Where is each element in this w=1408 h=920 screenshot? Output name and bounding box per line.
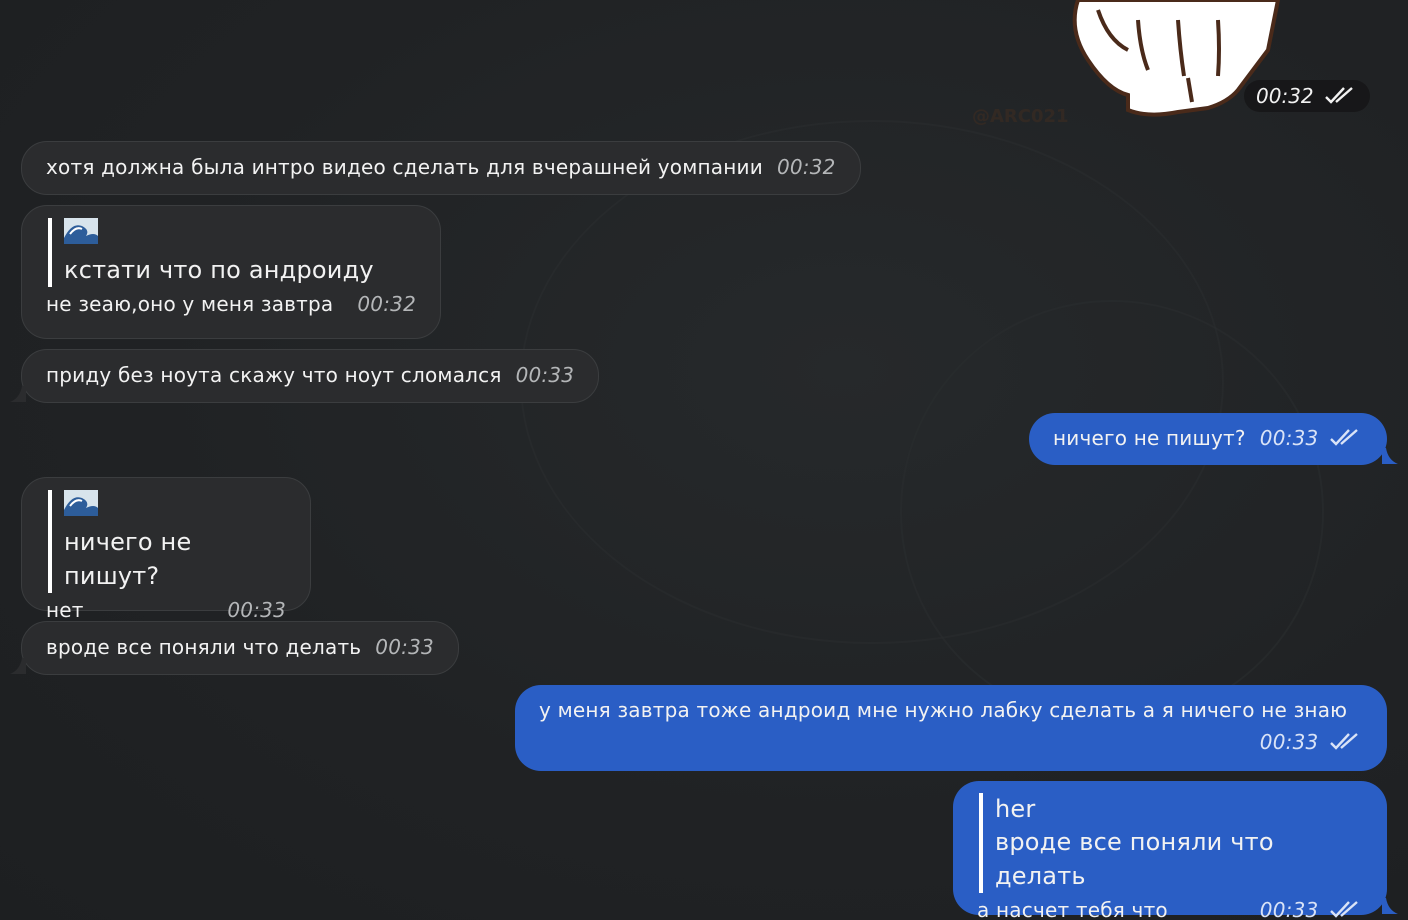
message-outgoing[interactable]: у меня завтра тоже андроид мне нужно лаб…: [515, 685, 1387, 771]
reply-quote[interactable]: кстати что по андроиду: [48, 218, 416, 287]
message-incoming[interactable]: вроде все поняли что делать 00:33: [21, 621, 459, 675]
message-time: 00:33: [1259, 730, 1319, 754]
message-time-block: 00:33: [1260, 729, 1363, 755]
message-text: а насчет тебя что: [977, 898, 1168, 920]
message-text: приду без ноута скажу что ноут сломался: [46, 363, 502, 387]
wave-emoji-icon: [64, 490, 98, 516]
message-incoming[interactable]: хотя должна была интро видео сделать для…: [21, 141, 861, 195]
bubble-tail: [1382, 448, 1398, 464]
message-text: хотя должна была интро видео сделать для…: [46, 155, 763, 179]
sticker-time-text: 00:32: [1256, 84, 1314, 108]
message-time: 00:32: [357, 292, 416, 316]
message-incoming[interactable]: приду без ноута скажу что ноут сломался …: [21, 349, 600, 403]
chat-window: 00:32 @ARC021 хотя должна была интро вид…: [0, 0, 1408, 920]
message-time-block: 00:33: [1260, 425, 1363, 451]
message-time: 00:33: [515, 363, 575, 387]
double-check-icon: [1325, 87, 1353, 104]
message-incoming-reply[interactable]: кстати что по андроиду не зеаю,оно у мен…: [21, 205, 441, 339]
message-text: ничего не пишут?: [1053, 426, 1246, 450]
reply-text: ничего не пишут?: [64, 528, 192, 590]
wave-emoji-icon: [64, 218, 98, 244]
reply-author: her: [995, 795, 1036, 823]
double-check-icon: [1330, 901, 1358, 918]
message-time: 00:33: [227, 598, 286, 622]
bubble-tail: [10, 658, 26, 674]
message-incoming-reply[interactable]: ничего не пишут? нет 00:33: [21, 477, 311, 622]
sticker-watermark: @ARC021: [972, 106, 1069, 127]
reply-quote[interactable]: her вроде все поняли что делать: [979, 793, 1363, 893]
reply-quote[interactable]: ничего не пишут?: [48, 490, 286, 593]
sticker-timestamp: 00:32: [1244, 80, 1370, 112]
bubble-tail: [10, 386, 26, 402]
message-outgoing[interactable]: ничего не пишут? 00:33: [1029, 413, 1387, 465]
message-outgoing-reply[interactable]: her вроде все поняли что делать а насчет…: [953, 781, 1387, 920]
message-time: 00:33: [375, 635, 434, 659]
reply-text: вроде все поняли что делать: [995, 828, 1274, 890]
double-check-icon: [1330, 733, 1358, 750]
double-check-icon: [1330, 429, 1358, 446]
message-time: 00:33: [1259, 898, 1319, 920]
message-text: вроде все поняли что делать: [46, 635, 362, 659]
reply-text: кстати что по андроиду: [64, 256, 374, 284]
message-time: 00:32: [776, 155, 836, 179]
background-pattern: [900, 300, 1324, 724]
message-time-block: 00:33: [1260, 897, 1363, 920]
message-text: не зеаю,оно у меня завтра: [46, 292, 334, 316]
bubble-tail: [1382, 898, 1398, 914]
message-time: 00:33: [1259, 426, 1319, 450]
message-text: нет: [46, 598, 84, 622]
message-text: у меня завтра тоже андроид мне нужно лаб…: [539, 698, 1348, 722]
